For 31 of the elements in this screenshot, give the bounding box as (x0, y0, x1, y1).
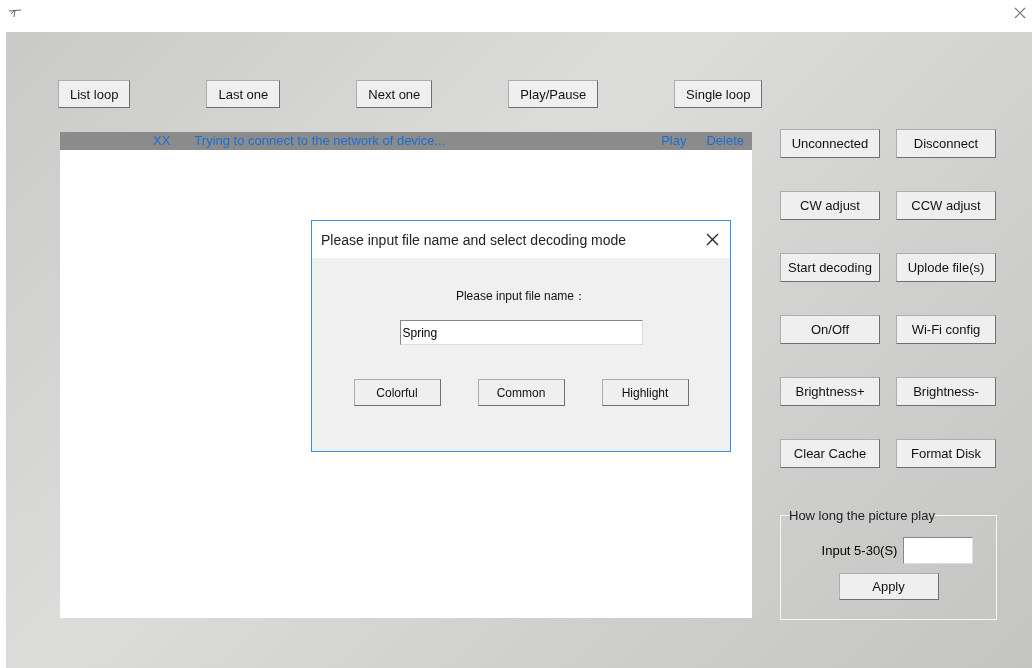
control-button[interactable]: Brightness- (896, 377, 996, 406)
file-name-label: Please input file name： (455, 288, 587, 305)
column-text: XX (153, 132, 171, 150)
decoding-mode-button[interactable]: Highlight (601, 379, 689, 406)
control-button[interactable]: Disconnect (896, 129, 996, 158)
control-button[interactable]: Clear Cache (780, 439, 880, 468)
decoding-mode-button[interactable]: Common (477, 379, 565, 406)
playback-button[interactable]: List loop (58, 80, 131, 108)
group-title: How long the picture play (789, 508, 935, 523)
close-icon[interactable] (706, 233, 719, 246)
control-button[interactable]: Start decoding (780, 253, 880, 282)
control-button[interactable]: Uplode file(s) (896, 253, 996, 282)
apply-button[interactable]: Apply (838, 573, 939, 600)
control-button[interactable]: Format Disk (896, 439, 996, 468)
playback-button[interactable]: Single loop (674, 80, 763, 108)
duration-field[interactable] (903, 537, 974, 564)
status-text: Trying to connect to the network of device... (194, 132, 446, 150)
control-button[interactable]: Wi-Fi config (896, 315, 996, 344)
control-button[interactable]: Brightness+ (780, 377, 880, 406)
control-button[interactable]: Unconnected (780, 129, 880, 158)
playback-button[interactable]: Play/Pause (508, 80, 599, 108)
app-icon (8, 8, 22, 18)
duration-label: Input 5-30(S) (821, 543, 898, 558)
dialog-title: Please input file name and select decoding mode (321, 231, 627, 248)
file-name-field[interactable]: Spring (399, 320, 643, 345)
playback-button[interactable]: Last one (206, 80, 281, 108)
control-button[interactable]: CW adjust (780, 191, 880, 220)
control-button[interactable]: On/Off (780, 315, 880, 344)
playback-button[interactable]: Next one (356, 80, 433, 108)
control-button[interactable]: CCW adjust (896, 191, 996, 220)
decoding-mode-button[interactable]: Colorful (353, 379, 441, 406)
